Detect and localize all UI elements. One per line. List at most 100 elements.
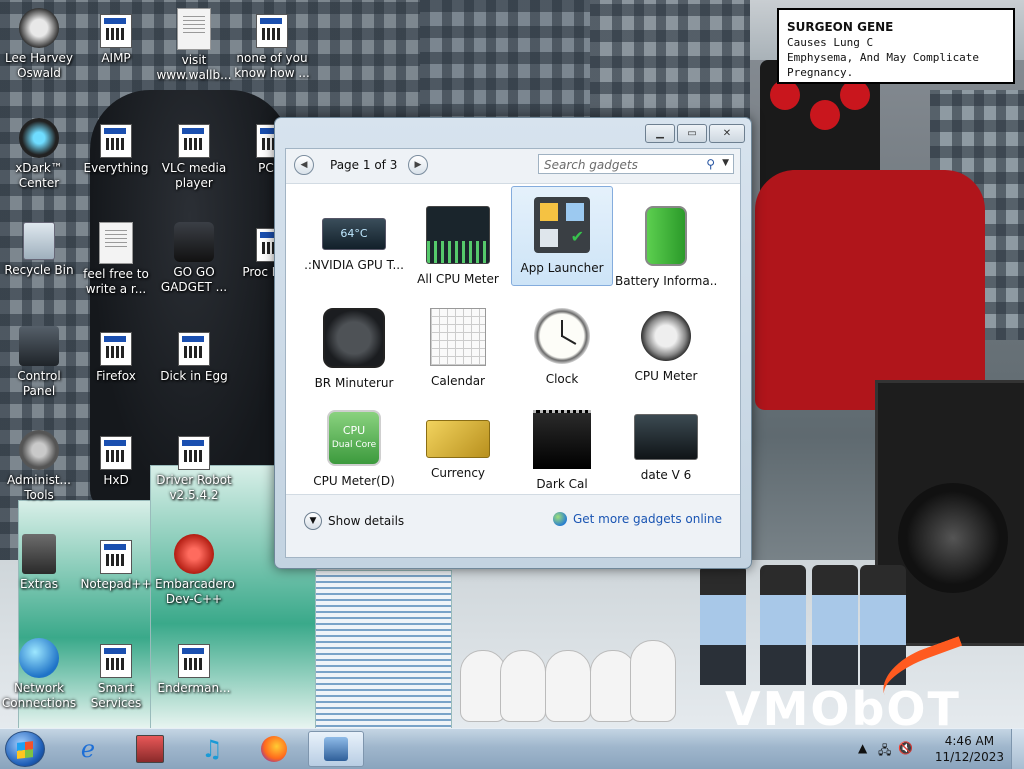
clock-date: 11/12/2023 xyxy=(934,750,1004,764)
clock-time: 4:46 AM xyxy=(944,734,995,748)
gadget-cpu-meter-d[interactable]: CPU Dual Core CPU Meter(D) xyxy=(303,400,405,500)
folder-icon xyxy=(22,534,56,574)
application-icon xyxy=(178,124,210,158)
application-icon xyxy=(100,644,132,678)
person-icon xyxy=(19,8,59,48)
gallery-toolbar: ◀ Page 1 of 3 ▶ Search gadgets ⚲ ▼ xyxy=(286,149,740,183)
desktop-icon-embarcadero-dev-cpp[interactable]: Embarcadero Dev-C++ xyxy=(155,534,235,607)
desktop-icon-everything[interactable]: Everything xyxy=(77,118,155,176)
gadget-calendar[interactable]: Calendar xyxy=(407,298,509,398)
chevron-down-icon: ▼ xyxy=(304,512,322,530)
firefox-icon xyxy=(100,332,132,366)
desktop-icon-network-connections[interactable]: Network Connections xyxy=(0,638,78,711)
watch-icon xyxy=(323,308,385,368)
desktop-icon-xdark-center[interactable]: xDark™ Center xyxy=(0,118,78,191)
desktop-icon-visit-wallb[interactable]: visit www.wallb... xyxy=(155,8,233,83)
desktop-icon-administrative-tools[interactable]: Administ... Tools xyxy=(0,430,78,503)
application-icon xyxy=(178,644,210,678)
gpu-temp-icon: 64°C xyxy=(322,218,386,250)
application-icon xyxy=(178,332,210,366)
network-icon[interactable]: 🖧 xyxy=(878,741,891,762)
application-icon xyxy=(178,436,210,470)
desktop-icon-control-panel[interactable]: Control Panel xyxy=(0,326,78,399)
gadget-icon xyxy=(324,737,348,761)
gadget-icon xyxy=(174,222,214,262)
wallpaper-toilet xyxy=(545,650,591,722)
control-panel-icon xyxy=(19,326,59,366)
gadget-app-launcher[interactable]: ✔ App Launcher xyxy=(511,186,613,286)
gadget-grid: 64°C .:NVIDIA GPU T... All CPU Meter ✔ A… xyxy=(286,183,740,495)
next-page-button[interactable]: ▶ xyxy=(408,155,428,175)
volume-muted-icon[interactable]: 🔇 xyxy=(898,741,913,755)
desktop-icon-aimp[interactable]: AIMP xyxy=(77,8,155,66)
wallpaper-warning-label: SURGEON GENE Causes Lung C Emphysema, An… xyxy=(777,8,1015,84)
archive-icon[interactable] xyxy=(122,731,178,767)
application-icon xyxy=(100,124,132,158)
gadget-gallery-taskbar-button[interactable] xyxy=(308,731,364,767)
clock[interactable]: 4:46 AM 11/12/2023 xyxy=(935,733,1004,765)
cpu-usage-icon xyxy=(426,206,490,264)
desktop-icon-lee-harvey-oswald[interactable]: Lee Harvey Oswald xyxy=(0,8,78,81)
gadget-gallery-window: ▁ ▭ ✕ ◀ Page 1 of 3 ▶ Search gadgets ⚲ ▼… xyxy=(274,117,752,569)
music-note-icon[interactable]: ♫ xyxy=(184,731,240,767)
desktop-icon-enderman[interactable]: Enderman... xyxy=(155,638,233,696)
desktop-icon-feel-free[interactable]: feel free to write a r... xyxy=(77,222,155,297)
desktop: VMObOT SURGEON GENE Causes Lung C Emphys… xyxy=(0,0,1024,728)
desktop-icon-hxd[interactable]: HxD xyxy=(77,430,155,488)
internet-explorer-icon[interactable]: ℯ xyxy=(60,731,116,767)
battery-icon xyxy=(645,206,687,266)
gadget-cpu-meter[interactable]: CPU Meter xyxy=(615,298,717,398)
cpu-dual-core-icon: CPU Dual Core xyxy=(327,410,381,466)
globe-icon xyxy=(552,512,567,526)
gadget-battery-information[interactable]: Battery Informa... xyxy=(615,196,717,296)
close-button[interactable]: ✕ xyxy=(709,124,745,143)
gadget-date-v6[interactable]: date V 6 xyxy=(615,400,717,500)
search-icon[interactable]: ⚲ xyxy=(706,157,715,171)
gadget-currency[interactable]: Currency xyxy=(407,400,509,500)
camera-lens-icon xyxy=(19,118,59,158)
desktop-icon-driver-robot[interactable]: Driver Robot v2.5.4.2 xyxy=(155,430,233,503)
desktop-icon-dick-in-egg[interactable]: Dick in Egg xyxy=(155,326,233,384)
wallpaper-speakerman-small xyxy=(700,565,746,685)
system-tray: ▲ 🖧 🔇 4:46 AM 11/12/2023 xyxy=(854,729,1024,769)
wallpaper-speakerman xyxy=(755,170,985,410)
get-more-gadgets-link[interactable]: Get more gadgets online xyxy=(552,512,722,526)
firefox-icon[interactable] xyxy=(246,731,302,767)
wallpaper-toilet xyxy=(630,640,676,722)
gallery-footer: ▼ Show details Get more gadgets online xyxy=(286,494,740,557)
clock-icon xyxy=(534,308,590,364)
gadget-clock[interactable]: Clock xyxy=(511,298,613,398)
show-desktop-button[interactable] xyxy=(1011,729,1024,769)
gadget-gallery-content: ◀ Page 1 of 3 ▶ Search gadgets ⚲ ▼ 64°C … xyxy=(285,148,741,558)
restore-button[interactable]: ▭ xyxy=(677,124,707,143)
desktop-icon-go-go-gadget[interactable]: GO GO GADGET ... xyxy=(155,222,233,295)
desktop-icon-notepad-plus-plus[interactable]: Notepad++ xyxy=(77,534,155,592)
wallpaper-cigarette-pack xyxy=(315,570,452,728)
page-indicator: Page 1 of 3 xyxy=(330,158,398,172)
chevron-down-icon[interactable]: ▼ xyxy=(722,158,729,168)
minimize-button[interactable]: ▁ xyxy=(645,124,675,143)
show-hidden-icons-button[interactable]: ▲ xyxy=(858,741,867,755)
desktop-icon-recycle-bin[interactable]: Recycle Bin xyxy=(0,222,78,278)
desktop-icon-smart-services[interactable]: Smart Services xyxy=(77,638,155,711)
start-button[interactable] xyxy=(5,731,45,767)
taskbar: ℯ ♫ ▲ 🖧 🔇 4:46 AM 11/12/2023 xyxy=(0,728,1024,769)
gauge-icon xyxy=(641,311,691,361)
gadget-all-cpu-meter[interactable]: All CPU Meter xyxy=(407,196,509,296)
search-gadgets-input[interactable]: Search gadgets ⚲ ▼ xyxy=(538,154,734,174)
gadget-nvidia-gpu-temp[interactable]: 64°C .:NVIDIA GPU T... xyxy=(303,196,405,296)
previous-page-button[interactable]: ◀ xyxy=(294,155,314,175)
show-details-button[interactable]: ▼ Show details xyxy=(304,512,404,530)
desktop-icon-vlc[interactable]: VLC media player xyxy=(155,118,233,191)
wallpaper-logo-text: VMObOT xyxy=(725,682,961,728)
dark-calendar-icon xyxy=(533,410,591,469)
application-icon xyxy=(100,540,132,574)
desktop-icon-extras[interactable]: Extras xyxy=(0,534,78,592)
gadget-br-minuterur[interactable]: BR Minuterur xyxy=(303,298,405,398)
desktop-icon-firefox[interactable]: Firefox xyxy=(77,326,155,384)
recycle-bin-icon xyxy=(23,222,55,260)
gadget-dark-cal[interactable]: Dark Cal xyxy=(511,400,613,500)
gear-icon xyxy=(19,430,59,470)
desktop-icon-none-of-you[interactable]: none of you know how ... xyxy=(233,8,311,81)
wallpaper-toilet xyxy=(500,650,546,722)
